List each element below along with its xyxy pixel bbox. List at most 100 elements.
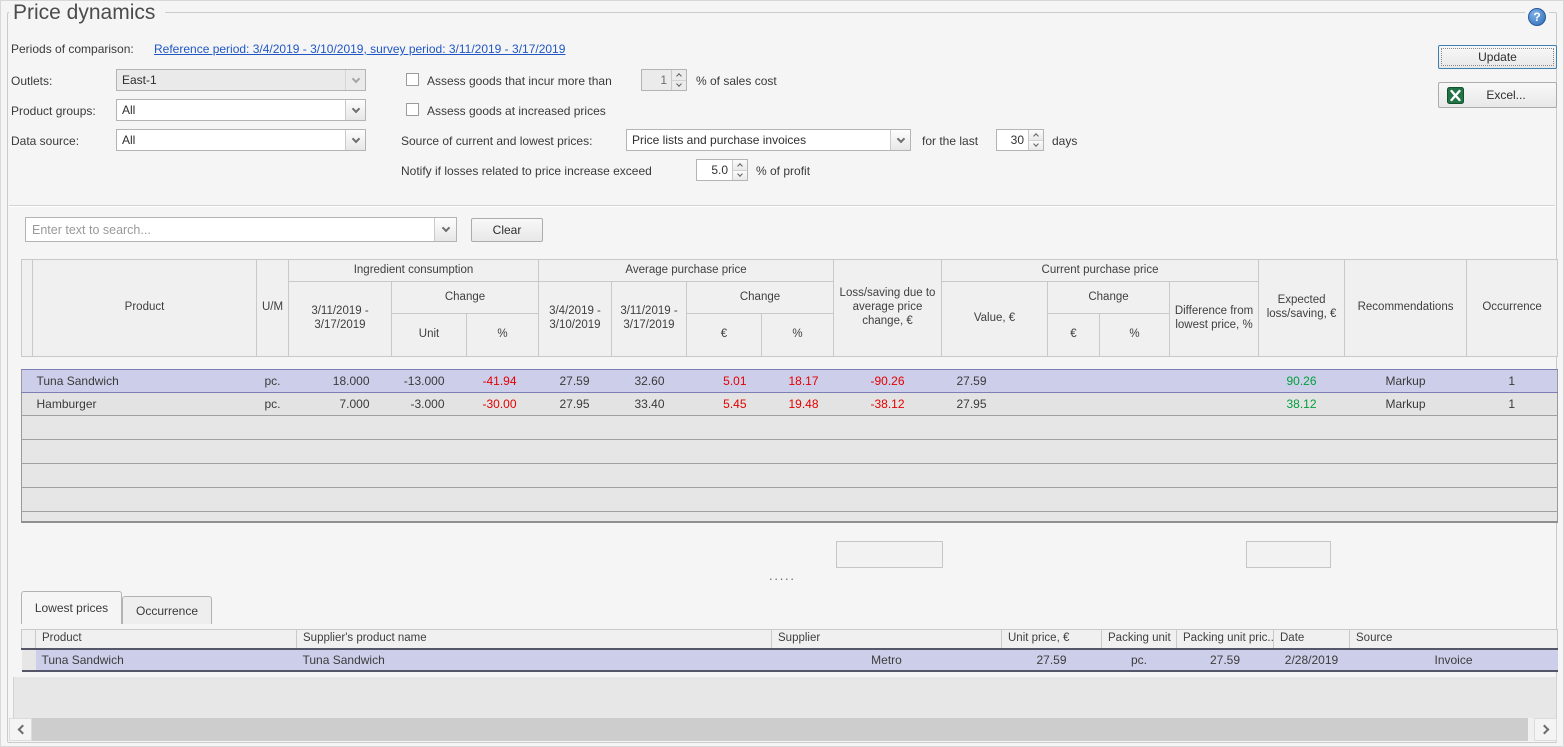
table-row[interactable]: Tuna Sandwich Tuna Sandwich Metro 27.59 … bbox=[22, 649, 1558, 671]
cell-product[interactable]: Tuna Sandwich bbox=[33, 370, 257, 393]
tab-occurrence[interactable]: Occurrence bbox=[122, 596, 212, 624]
cell-consumption[interactable]: 18.000 bbox=[289, 370, 392, 393]
cell-consumption-change-unit[interactable]: -3.000 bbox=[392, 393, 467, 416]
col-header-consumption-change-pct[interactable]: % bbox=[467, 314, 539, 357]
assess-increased-checkbox[interactable] bbox=[406, 103, 419, 116]
cell-unit-price[interactable]: 27.59 bbox=[1002, 649, 1102, 671]
cell-current-change-pct[interactable] bbox=[1100, 370, 1170, 393]
cell-avg-change-pct[interactable]: 18.17 bbox=[762, 370, 834, 393]
cell-expected-loss-saving[interactable]: 90.26 bbox=[1259, 370, 1345, 393]
update-button[interactable]: Update bbox=[1438, 45, 1557, 69]
cell-packing-unit[interactable]: pc. bbox=[1102, 649, 1177, 671]
spin-up-icon[interactable] bbox=[1029, 130, 1043, 140]
data-source-dropdown-button[interactable] bbox=[345, 130, 365, 150]
cell-source[interactable]: Invoice bbox=[1350, 649, 1558, 671]
col-header-diff-from-lowest[interactable]: Difference from lowest price, % bbox=[1170, 282, 1259, 357]
col-header-supplier-product-name[interactable]: Supplier's product name bbox=[297, 630, 772, 649]
cell-consumption-change-unit[interactable]: -13.000 bbox=[392, 370, 467, 393]
cell-consumption[interactable]: 7.000 bbox=[289, 393, 392, 416]
col-header-packing-unit-price[interactable]: Packing unit pric... bbox=[1177, 630, 1274, 649]
help-icon[interactable]: ? bbox=[1525, 5, 1549, 29]
clear-button[interactable]: Clear bbox=[471, 218, 543, 242]
search-input[interactable] bbox=[26, 218, 434, 241]
days-spinner[interactable]: 30 bbox=[996, 129, 1044, 151]
table-row[interactable]: Tuna Sandwich pc. 18.000 -13.000 -41.94 … bbox=[22, 370, 1558, 393]
col-header-supplier[interactable]: Supplier bbox=[772, 630, 1002, 649]
cell-current-change-eur[interactable] bbox=[1048, 393, 1100, 416]
col-header-unit-price[interactable]: Unit price, € bbox=[1002, 630, 1102, 649]
cell-supplier[interactable]: Metro bbox=[772, 649, 1002, 671]
col-header-loss-saving-avg[interactable]: Loss/saving due to average price change,… bbox=[834, 260, 942, 357]
search-dropdown-button[interactable] bbox=[434, 218, 456, 241]
cell-avg-price-ref[interactable]: 27.59 bbox=[539, 370, 612, 393]
cell-loss-saving-avg[interactable]: -90.26 bbox=[834, 370, 942, 393]
assess-cost-checkbox[interactable] bbox=[406, 73, 419, 86]
group-header-current-change[interactable]: Change bbox=[1048, 282, 1170, 314]
data-source-select[interactable]: All bbox=[116, 129, 366, 151]
cell-current-value[interactable]: 27.59 bbox=[942, 370, 1048, 393]
cell-avg-price-ref[interactable]: 27.95 bbox=[539, 393, 612, 416]
cell-um[interactable]: pc. bbox=[257, 370, 289, 393]
col-header-um[interactable]: U/M bbox=[257, 260, 289, 357]
cell-loss-saving-avg[interactable]: -38.12 bbox=[834, 393, 942, 416]
col-header-avg-survey-period[interactable]: 3/11/2019 - 3/17/2019 bbox=[612, 282, 687, 357]
spin-up-icon[interactable] bbox=[672, 70, 686, 80]
col-header-recommendations[interactable]: Recommendations bbox=[1345, 260, 1467, 357]
col-header-consumption-survey-period[interactable]: 3/11/2019 - 3/17/2019 bbox=[289, 282, 392, 357]
col-header-consumption-change-unit[interactable]: Unit bbox=[392, 314, 467, 357]
outlets-select[interactable]: East-1 bbox=[116, 69, 366, 91]
cell-occurrence[interactable]: 1 bbox=[1467, 393, 1558, 416]
spin-down-icon[interactable] bbox=[1029, 140, 1043, 151]
spin-down-icon[interactable] bbox=[672, 80, 686, 91]
col-header-date[interactable]: Date bbox=[1274, 630, 1350, 649]
cell-avg-price-survey[interactable]: 32.60 bbox=[612, 370, 687, 393]
col-header-product[interactable]: Product bbox=[33, 260, 257, 357]
cell-occurrence[interactable]: 1 bbox=[1467, 370, 1558, 393]
product-groups-dropdown-button[interactable] bbox=[345, 100, 365, 120]
outlets-dropdown-button[interactable] bbox=[345, 70, 365, 90]
col-header-expected-loss-saving[interactable]: Expected loss/saving, € bbox=[1259, 260, 1345, 357]
cell-avg-price-survey[interactable]: 33.40 bbox=[612, 393, 687, 416]
group-header-current-purchase-price[interactable]: Current purchase price bbox=[942, 260, 1259, 282]
cell-current-change-pct[interactable] bbox=[1100, 393, 1170, 416]
col-header-avg-change-eur[interactable]: € bbox=[687, 314, 762, 357]
splitter-handle[interactable]: ····· bbox=[9, 572, 1555, 586]
sales-cost-spinner[interactable]: 1 bbox=[641, 69, 687, 91]
col-header-current-value[interactable]: Value, € bbox=[942, 282, 1048, 357]
group-header-ingredient-consumption[interactable]: Ingredient consumption bbox=[289, 260, 539, 282]
col-header-current-change-pct[interactable]: % bbox=[1100, 314, 1170, 357]
periods-of-comparison-link[interactable]: Reference period: 3/4/2019 - 3/10/2019, … bbox=[154, 42, 565, 56]
col-header-avg-ref-period[interactable]: 3/4/2019 - 3/10/2019 bbox=[539, 282, 612, 357]
cell-avg-change-pct[interactable]: 19.48 bbox=[762, 393, 834, 416]
cell-current-change-eur[interactable] bbox=[1048, 370, 1100, 393]
price-source-dropdown-button[interactable] bbox=[890, 130, 910, 150]
scroll-right-button[interactable] bbox=[1534, 718, 1557, 741]
cell-product[interactable]: Tuna Sandwich bbox=[36, 649, 297, 671]
col-header-product[interactable]: Product bbox=[36, 630, 297, 649]
col-header-current-change-eur[interactable]: € bbox=[1048, 314, 1100, 357]
cell-current-value[interactable]: 27.95 bbox=[942, 393, 1048, 416]
table-row[interactable]: Hamburger pc. 7.000 -3.000 -30.00 27.95 … bbox=[22, 393, 1558, 416]
col-header-occurrence[interactable]: Occurrence bbox=[1467, 260, 1558, 357]
horizontal-scrollbar[interactable] bbox=[9, 718, 1557, 741]
spin-up-icon[interactable] bbox=[733, 160, 747, 170]
cell-recommendation[interactable]: Markup bbox=[1345, 370, 1467, 393]
group-header-avg-change[interactable]: Change bbox=[687, 282, 834, 314]
group-header-consumption-change[interactable]: Change bbox=[392, 282, 539, 314]
product-groups-select[interactable]: All bbox=[116, 99, 366, 121]
cell-packing-unit-price[interactable]: 27.59 bbox=[1177, 649, 1274, 671]
col-header-source[interactable]: Source bbox=[1350, 630, 1558, 649]
cell-recommendation[interactable]: Markup bbox=[1345, 393, 1467, 416]
notify-spinner[interactable]: 5.0 bbox=[696, 159, 748, 181]
scrollbar-thumb[interactable] bbox=[32, 718, 1528, 741]
col-header-packing-unit[interactable]: Packing unit bbox=[1102, 630, 1177, 649]
col-header-avg-change-pct[interactable]: % bbox=[762, 314, 834, 357]
scroll-left-button[interactable] bbox=[9, 718, 32, 741]
spin-down-icon[interactable] bbox=[733, 170, 747, 181]
cell-um[interactable]: pc. bbox=[257, 393, 289, 416]
tab-lowest-prices[interactable]: Lowest prices bbox=[21, 591, 122, 624]
cell-date[interactable]: 2/28/2019 bbox=[1274, 649, 1350, 671]
cell-diff-lowest[interactable] bbox=[1170, 370, 1259, 393]
price-source-select[interactable]: Price lists and purchase invoices bbox=[626, 129, 911, 151]
cell-product[interactable]: Hamburger bbox=[33, 393, 257, 416]
